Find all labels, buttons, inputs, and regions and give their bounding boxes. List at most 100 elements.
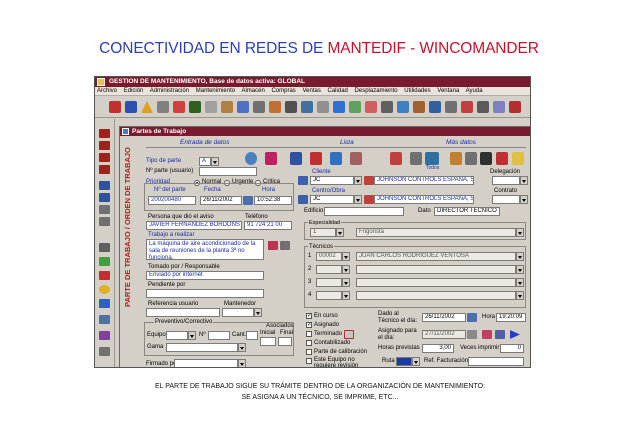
- chevron-down-icon[interactable]: [516, 291, 524, 300]
- chevron-down-icon[interactable]: [238, 343, 246, 352]
- menu-ventana[interactable]: Ventana: [437, 88, 459, 94]
- chevron-down-icon[interactable]: [342, 252, 350, 261]
- trabajo-textarea[interactable]: La máquina de aire acondicionado de la s…: [146, 239, 264, 261]
- chevron-down-icon[interactable]: [342, 278, 350, 287]
- chevron-down-icon[interactable]: [516, 252, 524, 261]
- delegacion-field[interactable]: [492, 176, 520, 185]
- tool-icon[interactable]: [350, 152, 362, 165]
- menu-almacen[interactable]: Almacén: [241, 88, 264, 94]
- hora-value[interactable]: 10:52:38: [254, 196, 292, 205]
- telefono-field[interactable]: 91 724 21 00: [244, 221, 292, 230]
- persona-field[interactable]: JAVIER FERNANDEZ BORDONS: [146, 221, 242, 230]
- tool-icon[interactable]: [189, 101, 201, 113]
- centro-name-field[interactable]: JOHNSON CONTROLS ESPAÑA, S.L.: [374, 195, 474, 204]
- mantenedor-field[interactable]: [222, 308, 254, 317]
- help-icon[interactable]: [512, 152, 524, 165]
- tool-icon[interactable]: [125, 101, 137, 113]
- tecnico-1-name[interactable]: JUAN CARLOS RODRIGUEZ VENTOSA: [356, 252, 516, 261]
- chevron-down-icon[interactable]: [354, 176, 362, 185]
- veces-field[interactable]: 0: [500, 344, 524, 353]
- tool-icon[interactable]: [349, 101, 361, 113]
- fecha-value[interactable]: 26/11/2002: [200, 196, 242, 205]
- tool-icon[interactable]: [157, 101, 169, 113]
- tool-icon[interactable]: [509, 101, 521, 113]
- contrato-field[interactable]: [492, 195, 520, 204]
- calendar-icon[interactable]: [243, 196, 253, 205]
- tool-icon[interactable]: [290, 152, 302, 165]
- chevron-down-icon[interactable]: [342, 291, 350, 300]
- edificio-field[interactable]: [324, 207, 404, 216]
- final-field[interactable]: [278, 337, 292, 346]
- tool-icon[interactable]: [364, 195, 374, 204]
- tool-icon[interactable]: [265, 152, 277, 165]
- tool-icon[interactable]: [390, 152, 402, 165]
- dato-field[interactable]: DIRECTOR TECNICO: [434, 207, 500, 216]
- tecnico-4-code[interactable]: [316, 291, 342, 300]
- chevron-down-icon[interactable]: [412, 357, 420, 366]
- menu-compras[interactable]: Compras: [271, 88, 295, 94]
- tecnico-1-code[interactable]: 00002: [316, 252, 342, 261]
- tool-icon[interactable]: [99, 347, 110, 356]
- nav-arrow-icon[interactable]: [298, 195, 308, 204]
- chevron-down-icon[interactable]: [516, 278, 524, 287]
- calendar-icon[interactable]: [467, 313, 477, 322]
- tool-icon[interactable]: [461, 101, 473, 113]
- centro-code-field[interactable]: JC: [310, 195, 354, 204]
- tool-icon[interactable]: [285, 101, 297, 113]
- tool-icon[interactable]: [99, 271, 110, 280]
- menu-mantenimiento[interactable]: Mantenimiento: [196, 88, 235, 94]
- chevron-down-icon[interactable]: [354, 195, 362, 204]
- prev-record-icon[interactable]: [99, 141, 110, 150]
- calibracion-checkbox[interactable]: [306, 349, 312, 355]
- nparte-field[interactable]: [199, 167, 257, 176]
- tool-icon[interactable]: [310, 152, 322, 165]
- tool-icon[interactable]: [99, 315, 110, 324]
- referencia-field[interactable]: [146, 308, 220, 317]
- cant-field[interactable]: [246, 331, 258, 340]
- tecnico-2-code[interactable]: [316, 265, 342, 274]
- asignado-fecha-field[interactable]: 27/11/2002: [422, 330, 466, 339]
- tecnico-2-name[interactable]: [356, 265, 516, 274]
- tool-icon[interactable]: [205, 101, 217, 113]
- tecnico-3-name[interactable]: [356, 278, 516, 287]
- chevron-down-icon[interactable]: [342, 265, 350, 274]
- contabilizado-checkbox[interactable]: [306, 340, 312, 346]
- menu-calidad[interactable]: Calidad: [328, 88, 348, 94]
- warning-icon[interactable]: [141, 101, 153, 113]
- tool-icon[interactable]: [413, 101, 425, 113]
- chevron-down-icon[interactable]: [520, 195, 528, 204]
- calendar-icon[interactable]: [467, 330, 477, 339]
- tecnico-4-name[interactable]: [356, 291, 516, 300]
- inicial-field[interactable]: [260, 337, 276, 346]
- tool-icon[interactable]: [477, 101, 489, 113]
- terminado-checkbox[interactable]: [306, 331, 312, 337]
- tool-icon[interactable]: [99, 285, 110, 294]
- menu-desplazamiento[interactable]: Desplazamiento: [355, 88, 398, 94]
- new-record-icon[interactable]: [99, 193, 110, 202]
- chevron-down-icon[interactable]: [520, 176, 528, 185]
- tool-icon[interactable]: [99, 257, 110, 266]
- especialidad-code[interactable]: 1: [310, 228, 336, 237]
- tool-icon[interactable]: [397, 101, 409, 113]
- asignado-checkbox[interactable]: ✓: [306, 322, 312, 328]
- tool-icon[interactable]: [496, 152, 508, 165]
- tool-icon[interactable]: [99, 331, 110, 340]
- tool-icon[interactable]: [268, 241, 278, 250]
- tipo-field[interactable]: A: [199, 157, 211, 166]
- tool-icon[interactable]: [173, 101, 185, 113]
- cliente-code-field[interactable]: JC: [310, 176, 354, 185]
- tool-icon[interactable]: [301, 101, 313, 113]
- first-record-icon[interactable]: [99, 129, 110, 138]
- tool-icon[interactable]: [237, 101, 249, 113]
- menu-archivo[interactable]: Archivo: [97, 88, 117, 94]
- chevron-down-icon[interactable]: [516, 265, 524, 274]
- binoculars-icon[interactable]: [480, 152, 492, 165]
- ruta-field[interactable]: [396, 357, 412, 366]
- next-record-icon[interactable]: [99, 153, 110, 162]
- tool-icon[interactable]: [317, 101, 329, 113]
- undo-icon[interactable]: [99, 205, 110, 214]
- tool-icon[interactable]: [109, 101, 121, 113]
- tool-icon[interactable]: [495, 330, 505, 339]
- tool-icon[interactable]: [253, 101, 265, 113]
- chevron-down-icon[interactable]: [211, 157, 219, 166]
